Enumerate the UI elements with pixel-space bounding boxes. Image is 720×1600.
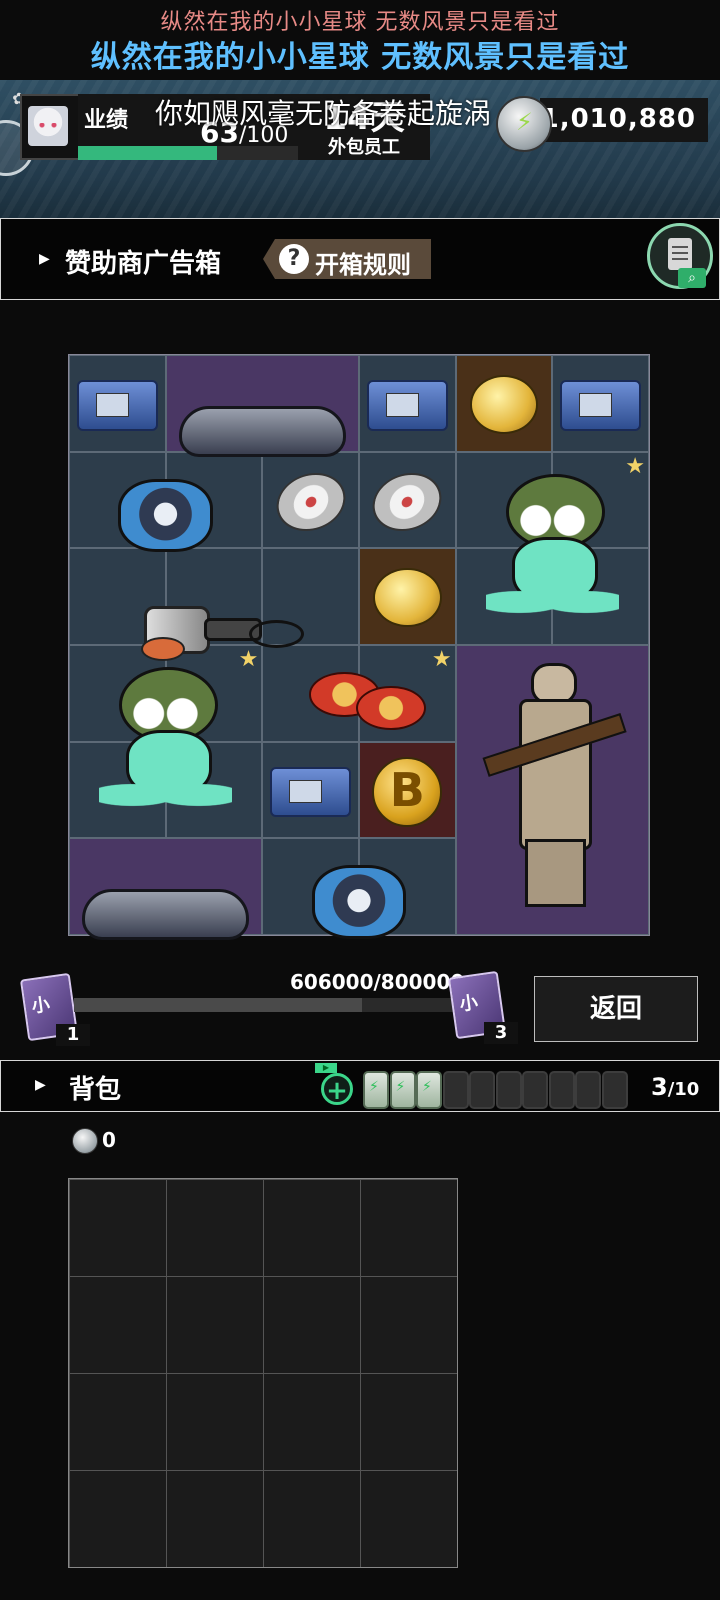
gold-nugget-icon — [373, 568, 442, 628]
card-right-count: 3 — [484, 1022, 518, 1044]
money-panel: 1,010,880 — [540, 98, 708, 142]
backpack-coin-value: 0 — [102, 1128, 116, 1152]
loot-item-tape-deck[interactable] — [552, 355, 649, 452]
loot-item-vr-headset[interactable] — [165, 355, 359, 458]
battery-empty-icon — [469, 1071, 495, 1109]
vr-headset-icon — [178, 405, 346, 458]
loot-item-sun-ornaments[interactable]: ★ — [262, 645, 455, 742]
battery-empty-icon — [522, 1071, 548, 1109]
search-icon: ⌕ — [678, 268, 706, 288]
loot-item-cd-player[interactable] — [262, 838, 455, 940]
box-progress: 小 1 606000/800000 小 3 返回 — [0, 968, 720, 1048]
cd-player-icon — [118, 478, 214, 553]
loot-item-tape-deck[interactable] — [262, 742, 359, 839]
loot-item-gold-nugget[interactable] — [359, 548, 456, 645]
loot-item-vr-headset[interactable] — [69, 838, 263, 941]
triangle-right-icon: ▶ — [35, 1077, 46, 1093]
star-icon: ★ — [431, 647, 452, 672]
star-icon: ★ — [625, 453, 645, 479]
battery-full-icon — [416, 1071, 442, 1109]
money-value: 1,010,880 — [540, 104, 696, 134]
frog-soldier-icon — [83, 660, 249, 826]
terracotta-warrior-icon — [476, 657, 629, 916]
coin-icon — [72, 1128, 98, 1154]
battery-empty-icon — [442, 1071, 469, 1109]
loot-item-cd-disc[interactable] — [359, 452, 456, 549]
avatar — [28, 106, 68, 146]
sun-ornaments-icon — [276, 672, 442, 740]
add-capacity-button[interactable]: + — [321, 1073, 353, 1106]
battery-full-icon — [363, 1071, 389, 1109]
loot-item-cd-player[interactable] — [69, 452, 262, 553]
progress-fill — [74, 998, 362, 1012]
tape-deck-icon — [366, 380, 448, 431]
performance-label: 业绩 — [84, 108, 129, 133]
video-tag-icon: ▶ — [315, 1063, 337, 1073]
cd-disc-icon — [368, 472, 447, 532]
battery-empty-icon — [548, 1071, 575, 1109]
battery-full-icon — [389, 1071, 416, 1109]
lyric-line-2: 纵然在我的小小星球 无数风景只是看过 — [90, 40, 630, 75]
frog-soldier-icon — [469, 467, 635, 633]
loot-item-frog-soldier[interactable]: ★ — [456, 452, 649, 645]
open-rules-button[interactable]: ? 开箱规则 — [263, 239, 431, 279]
sponsor-box-title: 赞助商广告箱 — [65, 249, 222, 279]
card-left-label: 小 — [30, 993, 52, 1018]
loot-item-tape-deck[interactable] — [69, 355, 166, 452]
loot-item-cd-disc[interactable] — [262, 452, 359, 549]
job-role: 外包员工 — [328, 137, 400, 158]
loot-item-gold-nugget[interactable] — [455, 355, 553, 452]
sponsor-box-header: ▶ 赞助商广告箱 ? 开箱规则 ⌕ — [0, 218, 720, 300]
bitcoin-icon: B — [372, 756, 443, 828]
backpack-grid[interactable] — [68, 1178, 458, 1568]
loot-item-terracotta-warrior[interactable] — [455, 645, 649, 935]
loot-grid: ★ ★ ★ B — [68, 354, 650, 941]
vr-headset-icon — [82, 889, 250, 941]
avatar-frame[interactable] — [20, 94, 80, 160]
backpack-count-max: /10 — [667, 1079, 700, 1100]
progress-track — [74, 998, 454, 1012]
money-coin-icon: ⚡ — [496, 96, 552, 152]
clipboard-search-button[interactable]: ⌕ — [647, 223, 713, 289]
card-left-count: 1 — [56, 1024, 90, 1046]
gold-nugget-icon — [469, 374, 539, 434]
triangle-right-icon: ▶ — [39, 251, 50, 267]
open-rules-label: 开箱规则 — [315, 251, 411, 279]
lyric-overlay: 你如飓风毫无防备卷起旋涡 — [155, 97, 492, 130]
performance-bar-fill — [78, 146, 217, 160]
battery-empty-icon — [495, 1071, 522, 1109]
loot-item-bitcoin[interactable]: B — [359, 741, 456, 839]
backpack-count: 3/10 — [651, 1073, 699, 1101]
backpack-count-value: 3 — [651, 1073, 668, 1101]
clipboard-icon — [668, 238, 692, 270]
card-right-label: 小 — [458, 991, 480, 1016]
progress-text: 606000/800000 — [290, 970, 465, 994]
loot-item-frog-soldier[interactable]: ★ — [69, 645, 262, 838]
backpack-title: 背包 — [69, 1075, 122, 1105]
loot-item-tape-deck[interactable] — [359, 355, 456, 452]
cd-disc-icon — [271, 472, 350, 532]
backpack-header: ▶ 背包 ▶ + 3/10 — [0, 1060, 720, 1112]
tape-deck-icon — [270, 766, 352, 818]
loot-item-hair-dryer[interactable] — [69, 548, 359, 661]
question-icon: ? — [279, 244, 309, 274]
performance-bar — [78, 146, 298, 160]
return-button[interactable]: 返回 — [534, 976, 698, 1042]
battery-empty-icon — [601, 1071, 628, 1109]
battery-empty-icon — [575, 1071, 601, 1109]
cd-player-icon — [311, 865, 407, 940]
tape-deck-icon — [76, 380, 158, 431]
tape-deck-icon — [560, 380, 642, 431]
star-icon: ★ — [238, 647, 259, 672]
